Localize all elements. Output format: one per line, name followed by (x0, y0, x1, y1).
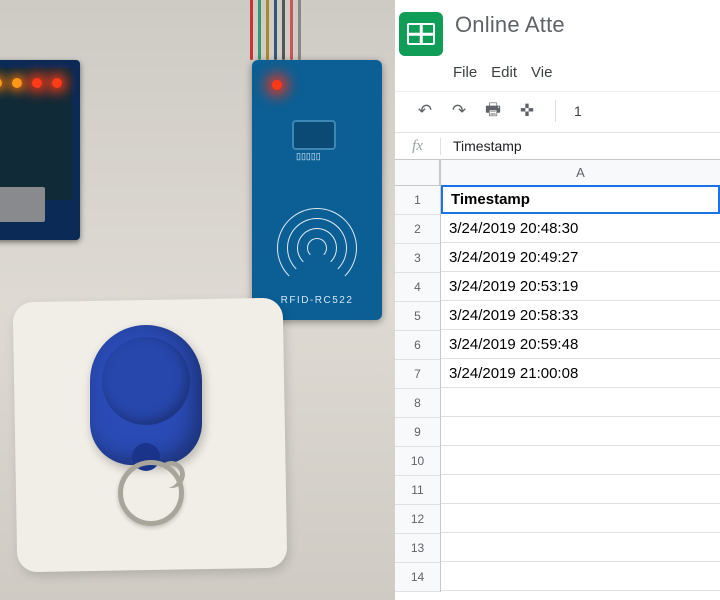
spreadsheet-grid[interactable]: 1 2 3 4 5 6 7 8 9 10 11 12 13 14 A Times… (395, 160, 720, 592)
formula-bar: fx Timestamp (395, 132, 720, 160)
menu-edit[interactable]: Edit (491, 64, 517, 81)
google-sheets-window: Online Atte File Edit Vie ↶ ↷ 🖶 ✜ 1 fx T… (395, 0, 720, 600)
zoom-dropdown[interactable]: 1 (574, 103, 582, 119)
formula-input[interactable]: Timestamp (441, 138, 522, 154)
row-header[interactable]: 5 (395, 302, 440, 331)
rfid-waves-icon (276, 178, 358, 278)
cell[interactable]: 3/24/2019 20:59:48 (441, 330, 720, 359)
row-header[interactable]: 9 (395, 418, 440, 447)
cell[interactable]: 3/24/2019 20:48:30 (441, 214, 720, 243)
column-header-a[interactable]: A (441, 160, 720, 186)
wires (240, 0, 395, 60)
row-header[interactable]: 4 (395, 273, 440, 302)
row-header[interactable]: 13 (395, 534, 440, 563)
google-sheets-icon[interactable] (399, 12, 443, 56)
sd-slot (0, 187, 45, 222)
led-icon (52, 78, 62, 88)
toolbar-divider (555, 100, 556, 122)
cell[interactable] (441, 446, 720, 475)
led-icon (0, 78, 2, 88)
hardware-photo: RFID-RC522 (0, 0, 395, 600)
fx-icon[interactable]: fx (395, 138, 441, 155)
print-icon[interactable]: 🖶 (483, 101, 503, 121)
doc-title[interactable]: Online Atte (455, 12, 565, 38)
cell[interactable] (441, 475, 720, 504)
led-icon (272, 80, 282, 90)
paint-format-icon[interactable]: ✜ (517, 101, 537, 121)
cell[interactable] (441, 562, 720, 591)
cell[interactable]: 3/24/2019 20:58:33 (441, 301, 720, 330)
select-all-corner[interactable] (395, 160, 440, 186)
cell[interactable] (441, 533, 720, 562)
row-header[interactable]: 2 (395, 215, 440, 244)
cell[interactable] (441, 504, 720, 533)
menu-bar: File Edit Vie (395, 58, 720, 91)
cell[interactable]: 3/24/2019 20:49:27 (441, 243, 720, 272)
cell[interactable] (441, 417, 720, 446)
row-header[interactable]: 6 (395, 331, 440, 360)
arduino-board (0, 60, 80, 240)
rfid-keyfob (90, 325, 202, 465)
rfid-reader: RFID-RC522 (252, 60, 382, 320)
toolbar: ↶ ↷ 🖶 ✜ 1 (395, 91, 720, 132)
row-header[interactable]: 11 (395, 476, 440, 505)
row-header[interactable]: 12 (395, 505, 440, 534)
cell[interactable] (441, 388, 720, 417)
row-header[interactable]: 10 (395, 447, 440, 476)
row-header[interactable]: 14 (395, 563, 440, 592)
keyring-icon (118, 460, 184, 526)
row-header[interactable]: 3 (395, 244, 440, 273)
cell[interactable]: 3/24/2019 20:53:19 (441, 272, 720, 301)
redo-icon[interactable]: ↷ (449, 101, 469, 121)
menu-view[interactable]: Vie (531, 64, 552, 81)
led-icon (12, 78, 22, 88)
chip-icon (292, 120, 336, 150)
menu-file[interactable]: File (453, 64, 477, 81)
cell[interactable]: 3/24/2019 21:00:08 (441, 359, 720, 388)
undo-icon[interactable]: ↶ (415, 101, 435, 121)
active-cell[interactable]: Timestamp (441, 185, 720, 214)
led-icon (32, 78, 42, 88)
row-header[interactable]: 1 (395, 186, 440, 215)
row-header[interactable]: 8 (395, 389, 440, 418)
row-header[interactable]: 7 (395, 360, 440, 389)
